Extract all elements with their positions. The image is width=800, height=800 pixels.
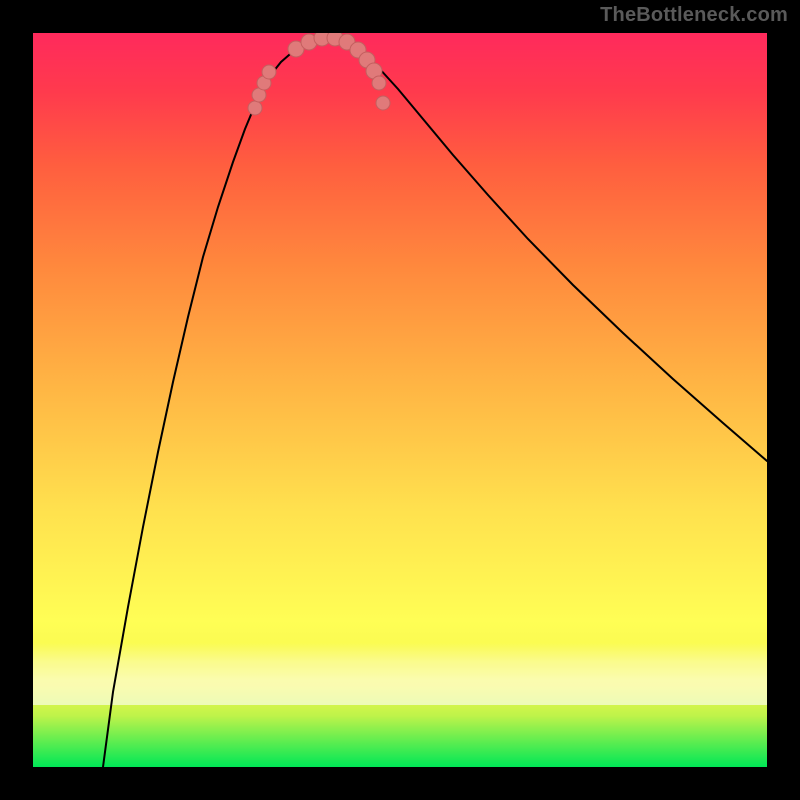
curve-layer bbox=[33, 33, 767, 767]
curve-right bbox=[353, 45, 767, 461]
marker-group bbox=[248, 33, 390, 115]
watermark-text: TheBottleneck.com bbox=[600, 4, 788, 27]
data-marker bbox=[372, 76, 386, 90]
data-marker bbox=[376, 96, 390, 110]
data-marker bbox=[262, 65, 276, 79]
chart-frame: TheBottleneck.com bbox=[0, 0, 800, 800]
curve-left bbox=[103, 49, 296, 767]
data-marker bbox=[248, 101, 262, 115]
plot-area bbox=[33, 33, 767, 767]
